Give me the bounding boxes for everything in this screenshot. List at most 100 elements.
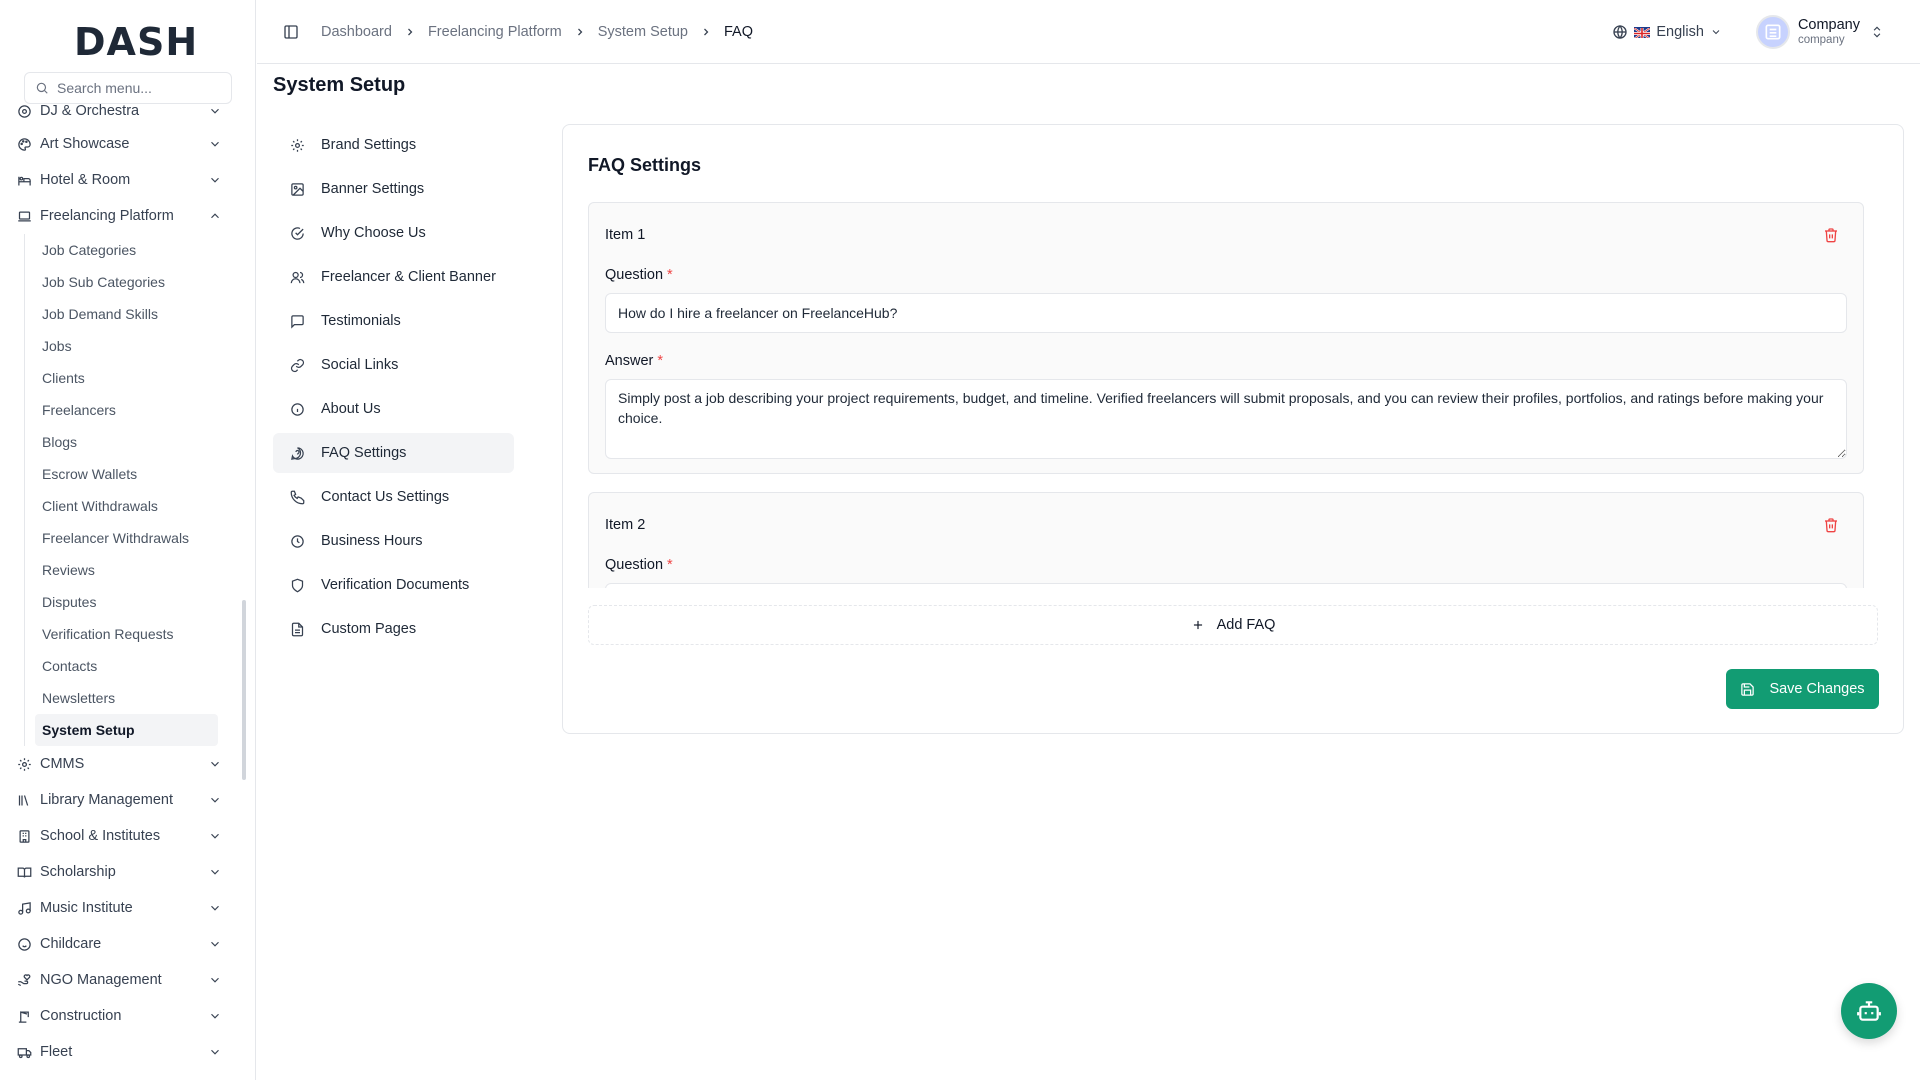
help-circle-icon	[289, 445, 305, 461]
sidebar-item-label: Art Showcase	[40, 136, 130, 152]
gear-icon	[289, 137, 305, 153]
answer-textarea[interactable]: Simply post a job describing your projec…	[605, 379, 1847, 459]
save-changes-button[interactable]: Save Changes	[1726, 669, 1879, 709]
sidebar-item-music[interactable]: Music Institute	[0, 890, 240, 926]
chevron-down-icon	[1712, 30, 1720, 35]
chevron-down-icon	[211, 1013, 219, 1019]
sidebar-item-art-showcase[interactable]: Art Showcase	[0, 126, 240, 162]
chatbot-button[interactable]	[1841, 983, 1897, 1039]
sidebar-subitem[interactable]: Reviews	[35, 554, 218, 586]
settings-nav-about-us[interactable]: About Us	[273, 389, 514, 429]
chevron-down-icon	[211, 141, 219, 147]
disc-icon	[16, 104, 32, 119]
settings-nav-verification-documents[interactable]: Verification Documents	[273, 565, 514, 605]
chevron-up-icon	[211, 213, 219, 219]
avatar[interactable]	[1755, 15, 1790, 49]
faq-item: Item 2 Question* Answer*	[588, 492, 1864, 588]
sidebar-subitem[interactable]: Contacts	[35, 650, 218, 682]
answer-label: Answer *	[605, 353, 1847, 369]
chevron-down-icon	[211, 941, 219, 947]
settings-nav-freelancer-client-banner[interactable]: Freelancer & Client Banner	[273, 257, 514, 297]
breadcrumb-link[interactable]: Dashboard	[321, 24, 392, 40]
sidebar-subitem[interactable]: Job Demand Skills	[35, 298, 218, 330]
trash-icon[interactable]	[1823, 517, 1839, 533]
sidebar-item-freelancing-platform[interactable]: Freelancing Platform	[0, 198, 240, 234]
settings-nav-faq[interactable]: FAQ Settings	[273, 433, 514, 473]
sidebar-subitem[interactable]: Client Withdrawals	[35, 490, 218, 522]
settings-nav-label: Brand Settings	[321, 137, 417, 153]
breadcrumb-link[interactable]: System Setup	[598, 24, 688, 40]
sidebar-item-dj-orchestra[interactable]: DJ & Orchestra	[0, 104, 240, 126]
sidebar-search[interactable]	[24, 72, 232, 104]
sidebar-subitem[interactable]: Disputes	[35, 586, 218, 618]
sidebar-subitem[interactable]: Freelancers	[35, 394, 218, 426]
sidebar-subitem[interactable]: Job Sub Categories	[35, 266, 218, 298]
panel-left-icon	[284, 24, 298, 39]
sidebar-subitem[interactable]: Freelancer Withdrawals	[35, 522, 218, 554]
link-icon	[289, 357, 305, 373]
faq-items-list[interactable]: Item 1 Question* Answer* Simply post a j…	[588, 202, 1864, 588]
question-input[interactable]	[605, 583, 1847, 588]
settings-nav-label: Banner Settings	[321, 181, 425, 197]
breadcrumb-link[interactable]: Freelancing Platform	[428, 24, 562, 40]
sidebar-item-cmms[interactable]: CMMS	[0, 746, 240, 782]
settings-nav-custom-pages[interactable]: Custom Pages	[273, 609, 514, 649]
sidebar-subitem[interactable]: Newsletters	[35, 682, 218, 714]
settings-nav-brand[interactable]: Brand Settings	[273, 125, 514, 165]
question-input[interactable]	[605, 293, 1847, 333]
sidebar: DASH DJ & Orchestra Art Showcase Hotel &…	[0, 0, 256, 1080]
settings-nav-label: About Us	[321, 401, 381, 417]
chevron-down-icon	[211, 869, 219, 875]
sidebar-toggle-button[interactable]	[281, 22, 301, 42]
sidebar-subitem[interactable]: Verification Requests	[35, 618, 218, 650]
sidebar-subitem[interactable]: Job Categories	[35, 234, 218, 266]
sidebar-item-hotel-room[interactable]: Hotel & Room	[0, 162, 240, 198]
hotel-icon	[16, 172, 32, 188]
settings-nav-social-links[interactable]: Social Links	[273, 345, 514, 385]
sidebar-item-ngo[interactable]: NGO Management	[0, 962, 240, 998]
breadcrumb: Dashboard Freelancing Platform System Se…	[321, 24, 753, 40]
globe-icon	[1613, 24, 1628, 40]
sidebar-item-label: NGO Management	[40, 972, 162, 988]
chevrons-up-down-icon[interactable]	[1870, 25, 1884, 39]
user-name: Company	[1797, 16, 1860, 33]
settings-nav-business-hours[interactable]: Business Hours	[273, 521, 514, 561]
sidebar-subitem[interactable]: Clients	[35, 362, 218, 394]
clock-icon	[289, 533, 305, 549]
sidebar-subitem[interactable]: Escrow Wallets	[35, 458, 218, 490]
truck-icon	[16, 1044, 32, 1060]
sidebar-item-label: Construction	[40, 1008, 122, 1024]
settings-nav-banner[interactable]: Banner Settings	[273, 169, 514, 209]
users-icon	[289, 269, 305, 285]
sidebar-item-construction[interactable]: Construction	[0, 998, 240, 1034]
sidebar-item-label: Scholarship	[40, 864, 116, 880]
sidebar-scrollbar[interactable]	[242, 600, 246, 780]
chevron-right-icon	[700, 26, 712, 38]
language-selector[interactable]: English	[1612, 24, 1722, 40]
sidebar-item-school[interactable]: School & Institutes	[0, 818, 240, 854]
sidebar-subitem-active[interactable]: System Setup	[35, 714, 218, 746]
sidebar-item-scholarship[interactable]: Scholarship	[0, 854, 240, 890]
add-faq-label: Add FAQ	[1216, 617, 1276, 633]
search-input[interactable]	[57, 80, 227, 96]
sidebar-item-library[interactable]: Library Management	[0, 782, 240, 818]
chevron-down-icon	[211, 905, 219, 911]
uk-flag-icon	[1634, 26, 1651, 38]
user-menu[interactable]: Company company	[1797, 16, 1860, 47]
user-role: company	[1797, 33, 1845, 46]
sidebar-item-fleet[interactable]: Fleet	[0, 1034, 240, 1070]
chevron-down-icon	[211, 833, 219, 839]
faq-item-title: Item 1	[605, 227, 646, 243]
add-faq-button[interactable]: Add FAQ	[588, 605, 1878, 645]
sidebar-subitem[interactable]: Blogs	[35, 426, 218, 458]
settings-nav-why-choose-us[interactable]: Why Choose Us	[273, 213, 514, 253]
trash-icon[interactable]	[1823, 227, 1839, 243]
sidebar-item-childcare[interactable]: Childcare	[0, 926, 240, 962]
settings-nav-label: Social Links	[321, 357, 399, 373]
settings-nav-label: FAQ Settings	[321, 445, 407, 461]
sidebar-subitem[interactable]: Jobs	[35, 330, 218, 362]
sidebar-item-label: CMMS	[40, 756, 85, 772]
file-text-icon	[289, 621, 305, 637]
settings-nav-testimonials[interactable]: Testimonials	[273, 301, 514, 341]
settings-nav-contact-us[interactable]: Contact Us Settings	[273, 477, 514, 517]
